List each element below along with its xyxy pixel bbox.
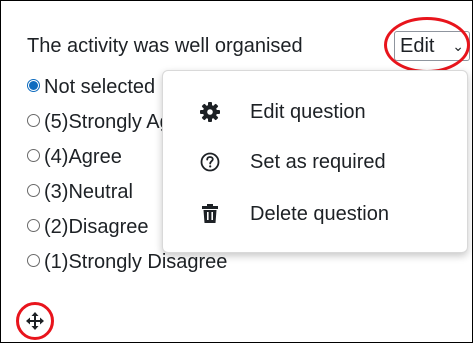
radio-button[interactable] (27, 184, 40, 198)
menu-item-label: Delete question (250, 203, 389, 225)
radio-option-label: (2)Disagree (44, 216, 149, 238)
radio-button[interactable] (27, 219, 40, 233)
trash-icon (202, 204, 218, 223)
radio-option[interactable]: Not selected (27, 72, 155, 102)
gear-icon (200, 102, 220, 122)
move-arrows-icon (26, 312, 44, 330)
menu-item-edit-question[interactable]: Edit question (163, 87, 467, 137)
radio-button[interactable] (27, 114, 40, 128)
menu-item-label: Edit question (250, 101, 366, 123)
radio-button[interactable] (27, 149, 40, 163)
question-label: The activity was well organised (27, 35, 303, 57)
menu-item-delete-question[interactable]: Delete question (163, 189, 467, 239)
radio-option-label: Not selected (44, 76, 156, 98)
radio-option[interactable]: (3)Neutral (27, 177, 133, 207)
annotation-circle-edit (384, 17, 470, 73)
radio-option-label: (1)Strongly Disagree (44, 251, 228, 273)
move-handle[interactable] (16, 302, 54, 340)
menu-item-set-required[interactable]: Set as required (163, 137, 467, 187)
radio-button-checked[interactable] (27, 79, 40, 93)
radio-option-label: (3)Neutral (44, 181, 133, 203)
question-circle-icon (200, 152, 220, 172)
radio-option-label: (4)Agree (44, 146, 122, 168)
edit-dropdown-menu: Edit question Set as required Delete que… (162, 70, 468, 253)
radio-button[interactable] (27, 254, 40, 268)
menu-item-label: Set as required (250, 151, 386, 173)
radio-option[interactable]: (2)Disagree (27, 212, 148, 242)
radio-option[interactable]: (4)Agree (27, 142, 122, 172)
